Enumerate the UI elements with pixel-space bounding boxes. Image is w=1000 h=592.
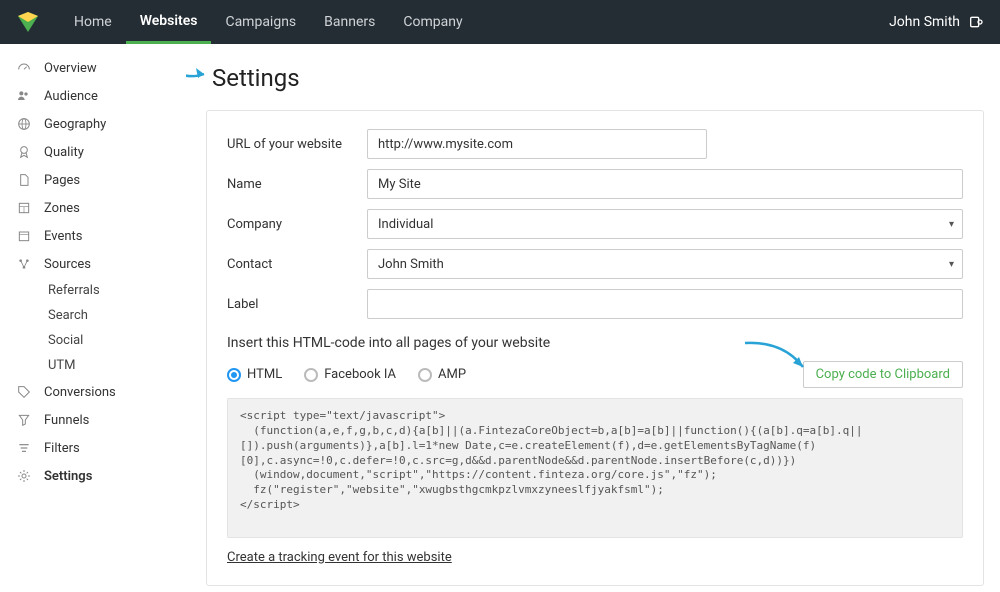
sidebar-item-label: Events: [44, 229, 82, 244]
sidebar-subitem-referrals[interactable]: Referrals: [0, 278, 186, 303]
sidebar: Overview Audience Geography Quality Pages Zon…: [0, 44, 186, 592]
nav-item-home[interactable]: Home: [60, 0, 126, 44]
user-name: John Smith: [889, 14, 960, 30]
company-select[interactable]: Individual: [367, 209, 963, 239]
nav-item-campaigns[interactable]: Campaigns: [211, 0, 310, 44]
account-icon: [968, 14, 984, 30]
name-label: Name: [227, 177, 367, 192]
sidebar-item-label: Zones: [44, 201, 80, 216]
sidebar-item-label: Filters: [44, 441, 80, 456]
sidebar-item-settings[interactable]: Settings: [0, 462, 186, 490]
gear-icon: [16, 468, 32, 484]
company-label: Company: [227, 217, 367, 232]
sidebar-item-label: Geography: [44, 117, 106, 132]
sources-icon: [16, 256, 32, 272]
sidebar-item-funnels[interactable]: Funnels: [0, 406, 186, 434]
calendar-icon: [16, 228, 32, 244]
code-snippet[interactable]: <script type="text/javascript"> (functio…: [227, 398, 963, 538]
sidebar-item-label: Sources: [44, 257, 91, 272]
award-icon: [16, 144, 32, 160]
funnel-icon: [16, 412, 32, 428]
create-tracking-event-link[interactable]: Create a tracking event for this website: [227, 550, 452, 565]
format-radio-facebook-ia[interactable]: Facebook IA: [304, 367, 396, 382]
sidebar-subitem-social[interactable]: Social: [0, 328, 186, 353]
page-icon: [16, 172, 32, 188]
nav-item-company[interactable]: Company: [389, 0, 476, 44]
filter-icon: [16, 440, 32, 456]
format-radio-group: HTML Facebook IA AMP Copy code to Clipboar…: [227, 361, 963, 388]
top-nav: HomeWebsitesCampaignsBannersCompany: [60, 0, 477, 44]
settings-card: URL of your website Name Company Individ…: [206, 110, 984, 586]
globe-icon: [16, 116, 32, 132]
copy-code-button[interactable]: Copy code to Clipboard: [803, 361, 963, 388]
url-label: URL of your website: [227, 137, 367, 152]
sidebar-item-pages[interactable]: Pages: [0, 166, 186, 194]
sidebar-item-label: Settings: [44, 469, 92, 484]
sidebar-item-sources[interactable]: Sources: [0, 250, 186, 278]
annotation-arrow-icon: [743, 339, 813, 379]
sidebar-item-geography[interactable]: Geography: [0, 110, 186, 138]
tag-icon: [16, 384, 32, 400]
sidebar-item-label: Quality: [44, 145, 84, 160]
sidebar-item-overview[interactable]: Overview: [0, 54, 186, 82]
name-input[interactable]: [367, 169, 963, 199]
topbar: HomeWebsitesCampaignsBannersCompany John…: [0, 0, 1000, 44]
action-bar: Delete Update: [206, 586, 984, 592]
sidebar-item-conversions[interactable]: Conversions: [0, 378, 186, 406]
label-label: Label: [227, 297, 367, 312]
nav-item-banners[interactable]: Banners: [310, 0, 389, 44]
sidebar-item-label: Funnels: [44, 413, 89, 428]
sidebar-item-quality[interactable]: Quality: [0, 138, 186, 166]
sidebar-item-label: Audience: [44, 89, 98, 104]
logo-icon: [16, 10, 40, 34]
sidebar-item-events[interactable]: Events: [0, 222, 186, 250]
format-radio-amp[interactable]: AMP: [418, 367, 466, 382]
url-input[interactable]: [367, 129, 707, 159]
page-title: Settings: [212, 64, 984, 92]
nav-item-websites[interactable]: Websites: [126, 0, 212, 44]
user-menu[interactable]: John Smith: [889, 14, 984, 30]
sidebar-item-filters[interactable]: Filters: [0, 434, 186, 462]
main-content: Settings URL of your website Name Compan…: [186, 44, 1000, 592]
format-radio-html[interactable]: HTML: [227, 367, 282, 382]
sidebar-subitem-utm[interactable]: UTM: [0, 353, 186, 378]
label-input[interactable]: [367, 289, 963, 319]
users-icon: [16, 88, 32, 104]
sidebar-item-zones[interactable]: Zones: [0, 194, 186, 222]
contact-label: Contact: [227, 257, 367, 272]
sidebar-item-label: Overview: [44, 61, 97, 76]
gauge-icon: [16, 60, 32, 76]
sidebar-item-label: Conversions: [44, 385, 116, 400]
contact-select[interactable]: John Smith: [367, 249, 963, 279]
annotation-arrow-icon: [186, 44, 216, 90]
sidebar-subitem-search[interactable]: Search: [0, 303, 186, 328]
zone-icon: [16, 200, 32, 216]
insert-instructions: Insert this HTML-code into all pages of …: [227, 335, 963, 351]
sidebar-item-audience[interactable]: Audience: [0, 82, 186, 110]
sidebar-item-label: Pages: [44, 173, 80, 188]
